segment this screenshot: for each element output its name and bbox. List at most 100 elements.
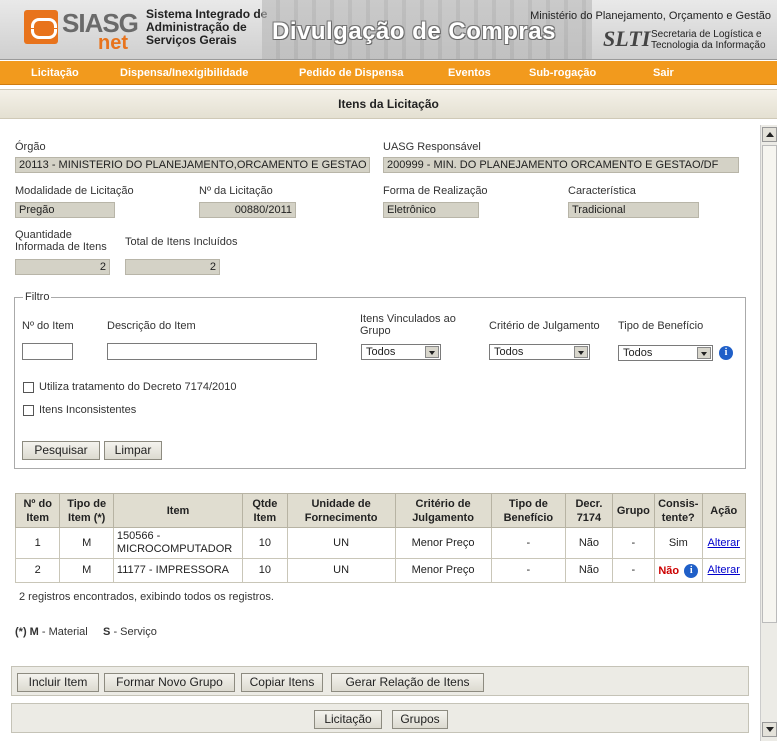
uasg-value: 200999 - MIN. DO PLANEJAMENTO ORCAMENTO …: [383, 157, 739, 173]
vinculados-select[interactable]: Todos: [361, 344, 441, 360]
vertical-scrollbar[interactable]: [760, 125, 777, 741]
caracteristica-label: Característica: [568, 185, 636, 197]
items-table: Nº do Item Tipo de Item (*) Item Qtde It…: [14, 493, 747, 583]
cell-num: 2: [14, 558, 61, 583]
descricao-input[interactable]: [107, 343, 317, 360]
scroll-up-icon[interactable]: [762, 127, 777, 142]
criterio-select-value: Todos: [494, 346, 524, 358]
filter-fieldset: Filtro Nº do Item Descrição do Item Iten…: [14, 291, 746, 469]
inconsistentes-label: Itens Inconsistentes: [39, 404, 137, 416]
total-itens-value: 2: [125, 259, 220, 275]
item-actions-panel: Incluir Item Formar Novo Grupo Copiar It…: [11, 666, 749, 696]
page-title: Itens da Licitação: [0, 89, 777, 119]
inconsistentes-checkbox[interactable]: [23, 405, 34, 416]
cell-decreto: Não: [565, 527, 613, 559]
system-name: Sistema Integrado de Administração de Se…: [146, 7, 268, 47]
scrollbar-thumb[interactable]: [762, 145, 777, 623]
cell-grupo: -: [611, 558, 656, 583]
col-beneficio: Tipo de Benefício: [490, 493, 567, 528]
main-content: Órgão 20113 - MINISTERIO DO PLANEJAMENTO…: [0, 125, 760, 741]
orgao-label: Órgão: [15, 141, 46, 153]
alterar-link[interactable]: Alterar: [708, 564, 740, 576]
nav-dispensa-inexigibilidade[interactable]: Dispensa/Inexigibilidade: [120, 67, 248, 79]
legend-star: (*): [15, 626, 27, 638]
cell-grupo: -: [611, 527, 656, 559]
header-banner: SIASG net Sistema Integrado de Administr…: [0, 0, 777, 60]
col-acao: Ação: [701, 493, 747, 528]
cell-tipo: M: [59, 558, 114, 583]
cell-consistente: Não i: [654, 558, 703, 583]
legend-s-key: S: [103, 626, 111, 638]
banner-title: Divulgação de Compras: [272, 18, 556, 45]
cell-item: 150566 - MICROCOMPUTADOR: [112, 527, 244, 559]
alterar-link[interactable]: Alterar: [708, 537, 740, 549]
cell-item: 11177 - IMPRESSORA: [112, 558, 244, 583]
col-unidade: Unidade de Fornecimento: [286, 493, 396, 528]
descricao-label: Descrição do Item: [107, 320, 196, 332]
numero-licitacao-label: Nº da Licitação: [199, 185, 273, 197]
siasg-logo-icon: [24, 10, 58, 44]
formar-novo-grupo-button[interactable]: Formar Novo Grupo: [104, 673, 235, 692]
item-no-input[interactable]: [22, 343, 73, 360]
cell-beneficio: -: [490, 527, 567, 559]
nav-sair[interactable]: Sair: [653, 67, 674, 79]
incluir-item-button[interactable]: Incluir Item: [17, 673, 99, 692]
logo-net-text: net: [98, 32, 128, 54]
chevron-down-icon: [425, 346, 439, 358]
chevron-down-icon: [574, 346, 588, 358]
navigation-actions-panel: Licitação Grupos: [11, 703, 749, 733]
gerar-relacao-button[interactable]: Gerar Relação de Itens: [331, 673, 484, 692]
quantidade-label: Quantidade Informada de Itens: [15, 229, 107, 253]
copiar-itens-button[interactable]: Copiar Itens: [241, 673, 323, 692]
inconsistente-label: Não: [658, 564, 680, 577]
ministry-name: Ministério do Planejamento, Orçamento e …: [530, 10, 771, 22]
table-row: 2 M 11177 - IMPRESSORA 10 UN Menor Preço…: [14, 558, 747, 583]
beneficio-select[interactable]: Todos: [618, 345, 713, 361]
forma-realizacao-label: Forma de Realização: [383, 185, 488, 197]
cell-beneficio: -: [490, 558, 567, 583]
cell-criterio: Menor Preço: [394, 558, 492, 583]
nav-eventos[interactable]: Eventos: [448, 67, 491, 79]
cell-unidade: UN: [286, 558, 396, 583]
modalidade-label: Modalidade de Licitação: [15, 185, 134, 197]
pesquisar-button[interactable]: Pesquisar: [22, 441, 100, 460]
legend-s-desc: - Serviço: [113, 626, 157, 638]
col-consistente: Consis- tente?: [654, 493, 703, 528]
cell-consistente: Sim: [654, 527, 703, 559]
table-row: 1 M 150566 - MICROCOMPUTADOR 10 UN Menor…: [14, 527, 747, 559]
grupos-button[interactable]: Grupos: [392, 710, 448, 729]
col-criterio: Critério de Julgamento: [394, 493, 492, 528]
cell-acao: Alterar: [701, 527, 747, 559]
modalidade-value: Pregão: [15, 202, 115, 218]
nav-sub-rogacao[interactable]: Sub-rogação: [529, 67, 596, 79]
numero-licitacao-value: 00880/2011: [199, 202, 296, 218]
main-nav: Licitação Dispensa/Inexigibilidade Pedid…: [0, 61, 777, 85]
beneficio-select-value: Todos: [623, 347, 653, 359]
nav-pedido-de-dispensa[interactable]: Pedido de Dispensa: [299, 67, 404, 79]
slti-logo: SLTI: [603, 26, 651, 51]
records-summary: 2 registros encontrados, exibindo todos …: [19, 591, 274, 603]
slti-name: Secretaria de Logística e Tecnologia da …: [651, 29, 766, 51]
scroll-down-icon[interactable]: [762, 722, 777, 737]
chevron-down-icon: [697, 347, 711, 359]
nav-licitacao[interactable]: Licitação: [31, 67, 79, 79]
limpar-button[interactable]: Limpar: [104, 441, 162, 460]
uasg-label: UASG Responsável: [383, 141, 481, 153]
cell-unidade: UN: [286, 527, 396, 559]
col-qtde: Qtde Item: [242, 493, 288, 528]
licitacao-button[interactable]: Licitação: [314, 710, 382, 729]
vinculados-select-value: Todos: [366, 346, 396, 358]
cell-qtde: 10: [242, 527, 288, 559]
criterio-select[interactable]: Todos: [489, 344, 590, 360]
decreto-checkbox[interactable]: [23, 382, 34, 393]
caracteristica-value: Tradicional: [568, 202, 699, 218]
cell-criterio: Menor Preço: [394, 527, 492, 559]
cell-decreto: Não: [565, 558, 613, 583]
info-icon[interactable]: i: [684, 563, 699, 578]
cell-qtde: 10: [242, 558, 288, 583]
criterio-label: Critério de Julgamento: [489, 320, 600, 332]
col-tipo-item: Tipo de Item (*): [59, 493, 114, 528]
type-legend: (*) M - Material S - Serviço: [15, 626, 157, 638]
info-icon[interactable]: i: [719, 346, 733, 360]
legend-m-key: M: [29, 626, 39, 638]
